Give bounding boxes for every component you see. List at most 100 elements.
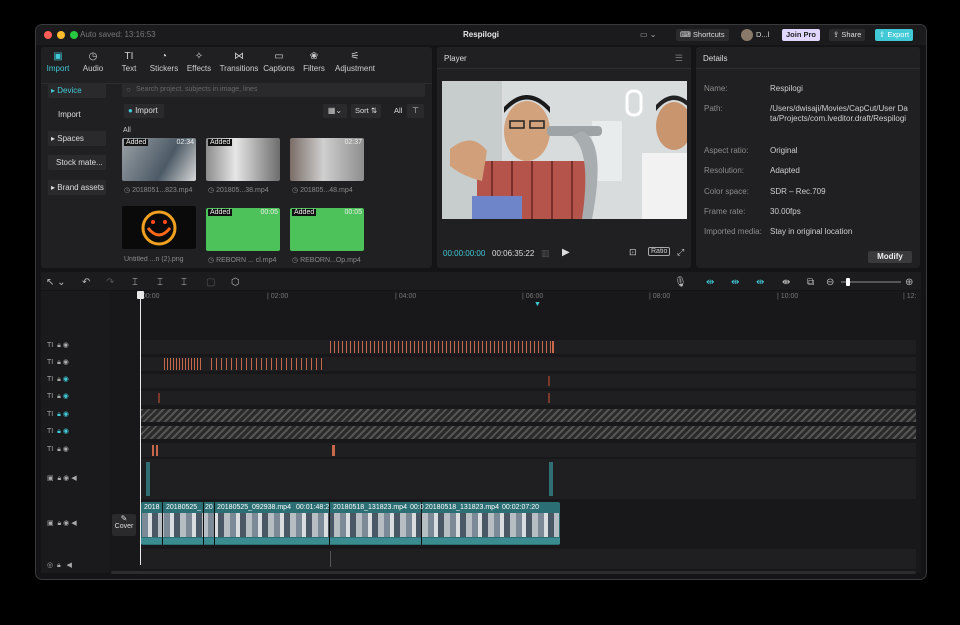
media-thumb-2[interactable]: Added (206, 138, 280, 181)
shortcuts-button[interactable]: ⌨ Shortcuts (676, 29, 729, 41)
track-controls-7[interactable]: TI 🔒︎ ◉ (47, 445, 69, 454)
expand-icon[interactable]: ⤢ (677, 247, 684, 258)
link-icon[interactable]: ⇹ (756, 277, 764, 288)
marker-icon[interactable]: ▼ (534, 301, 541, 308)
media-panel: ▣ Import ◷ Audio TI Text ◔ Stickers ✧ Effects ⋈ Tra… (41, 47, 432, 268)
app-window: Auto saved: 13:16:53 Respilogi ▭ ⌄ ⌨ Sho… (35, 24, 927, 580)
track-controls-4[interactable]: TI 🔒︎ ◉ (47, 392, 69, 401)
zoom-out-icon[interactable]: ⊖ (826, 277, 834, 288)
clip-label: 2018 (144, 504, 160, 511)
tab-adjustment[interactable]: ⚟ Adjustment (331, 51, 379, 73)
sidebar-item-import[interactable]: Import (48, 107, 106, 122)
tab-audio[interactable]: ◷ Audio (73, 51, 113, 73)
timeline-scrollbar[interactable] (111, 571, 916, 574)
export-button[interactable]: ⇧ Export (875, 29, 914, 41)
share-button[interactable]: ⇪ Share (829, 29, 866, 41)
cover-button[interactable]: ✎ Cover (112, 514, 136, 536)
media-thumb-1[interactable]: Added 02:34 (122, 138, 196, 181)
effects-icon: ✧ (194, 51, 204, 62)
track-controls-1[interactable]: TI 🔒︎ ◉ (47, 341, 69, 350)
search-box[interactable]: ○ Search project, subjects in image, lin… (122, 83, 425, 97)
tab-effects[interactable]: ✧ Effects (179, 51, 219, 73)
playhead[interactable] (140, 293, 141, 565)
caption-clip[interactable] (552, 341, 554, 353)
overlay-clip[interactable] (146, 462, 150, 496)
tab-transitions[interactable]: ⋈ Transitions (219, 51, 259, 73)
media-thumb-4[interactable] (122, 206, 196, 249)
track-controls-2[interactable]: TI 🔒︎ ◉ (47, 358, 69, 367)
track-controls-6[interactable]: TI 🔒︎ ◉ (47, 427, 69, 436)
align-icon[interactable]: ⇼ (782, 277, 790, 288)
video-preview[interactable] (442, 81, 687, 219)
fullscreen-crop-icon[interactable]: ⊡ (629, 247, 637, 258)
split-icon[interactable]: ⌶ (132, 277, 138, 288)
ruler-label-3: | 06:00 (522, 293, 544, 300)
media-name-6: ◷ REBORN...Op.mp4 (292, 257, 361, 264)
avatar[interactable] (741, 29, 753, 41)
media-thumb-3[interactable]: 02:37 (290, 138, 364, 181)
magnet-link-icon[interactable]: ⇹ (706, 277, 714, 288)
waveform-icon[interactable]: ▥ (541, 248, 550, 259)
menu-icon[interactable]: ☰ (675, 53, 683, 64)
play-icon[interactable]: ▶ (562, 247, 570, 258)
sidebar-item-device[interactable]: ▸ Device (48, 83, 106, 98)
search-input[interactable]: Search project, subjects in image, lines (136, 86, 257, 93)
sort-button[interactable]: Sort ⇅ (351, 104, 382, 118)
playhead-handle[interactable] (137, 291, 144, 299)
preview-icon[interactable]: ⧉ (807, 277, 814, 288)
join-pro-button[interactable]: Join Pro (782, 29, 821, 41)
tab-captions[interactable]: ▭ Captions (259, 51, 299, 73)
undo-icon[interactable]: ↶ (82, 277, 90, 288)
layout-icon[interactable]: ▭ ⌄ (640, 30, 656, 39)
pencil-icon: ✎ (120, 514, 128, 523)
caption-clip[interactable] (211, 358, 325, 370)
shield-icon[interactable]: ⬡ (231, 277, 240, 288)
overlay-clip[interactable] (549, 462, 553, 496)
modify-button[interactable]: Modify (868, 251, 912, 263)
delete-icon[interactable]: ▢ (206, 277, 215, 288)
sidebar-item-brand-assets[interactable]: ▸ Brand assets (48, 180, 106, 195)
filter-icon[interactable]: ⊤ (407, 104, 424, 118)
grid-view-icon[interactable]: ▦⌄ (323, 104, 347, 118)
captions-icon: ▭ (274, 51, 284, 62)
auto-snap-icon[interactable]: ⇹ (731, 277, 739, 288)
caption-clip[interactable] (330, 341, 554, 353)
tab-import[interactable]: ▣ Import (38, 51, 78, 73)
split-right-icon[interactable]: ⌶ (181, 277, 187, 288)
caption-clip[interactable] (548, 376, 550, 386)
zoom-slider[interactable] (841, 278, 901, 286)
track-row (141, 459, 916, 499)
tab-stickers[interactable]: ◔ Stickers (144, 51, 184, 73)
import-button[interactable]: ● Import (124, 104, 164, 118)
audio-track-row (141, 549, 916, 569)
track-controls-8[interactable]: ▣ 🔒︎ ◉ ◀ (47, 474, 77, 483)
track-controls-main[interactable]: ▣ 🔒︎ ◉ ◀ (47, 519, 77, 528)
media-thumb-5[interactable]: Added 00:05 (206, 208, 280, 251)
sidebar-item-spaces[interactable]: ▸ Spaces (48, 131, 106, 146)
redo-icon[interactable]: ↷ (106, 277, 114, 288)
zoom-in-icon[interactable]: ⊕ (905, 277, 913, 288)
caption-clip[interactable] (158, 393, 160, 403)
track-controls-5[interactable]: TI 🔒︎ ◉ (47, 410, 69, 419)
zoom-slider-handle[interactable] (846, 278, 850, 286)
caption-clip[interactable] (548, 393, 550, 403)
tab-text[interactable]: TI Text (109, 51, 149, 73)
tab-filters[interactable]: ❀ Filters (294, 51, 334, 73)
sidebar-item-stock[interactable]: Stock mate... (48, 155, 106, 170)
microphone-icon[interactable]: 🎙︎ (674, 277, 687, 288)
media-thumb-6[interactable]: Added 00:05 (290, 208, 364, 251)
all-filter-button[interactable]: All (391, 104, 405, 118)
caption-clip[interactable] (152, 445, 160, 456)
split-left-icon[interactable]: ⌶ (157, 277, 163, 288)
caption-clip[interactable] (332, 445, 335, 456)
clip-label: 20180518_131823.mp4 (425, 504, 499, 511)
text-icon: TI (124, 51, 134, 62)
tab-label: Filters (303, 64, 325, 73)
ratio-button[interactable]: Ratio (648, 247, 671, 256)
adjustment-icon: ⚟ (350, 51, 360, 62)
track-controls-audio[interactable]: ◎ 🔒︎ ◀ (47, 561, 72, 570)
track-controls-3[interactable]: TI 🔒︎ ◉ (47, 375, 69, 384)
select-cursor-icon[interactable]: ↖ ⌄ (46, 277, 66, 288)
clip-label: 00:02:07:20 (502, 504, 539, 511)
caption-clip[interactable] (164, 358, 201, 370)
